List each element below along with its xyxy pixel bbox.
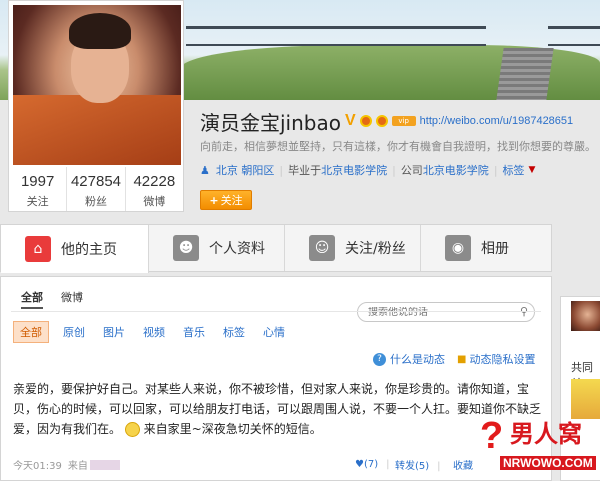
repost-button[interactable]: 转发(5) | [395,457,441,472]
tab-label: 相册 [481,241,509,257]
person-icon: ♟ [200,163,210,177]
stat-label: 微博 [143,195,166,208]
tab-label: 关注/粉丝 [345,241,406,257]
filter-music[interactable]: 音乐 [183,324,205,340]
avatar-shirt [13,95,181,165]
tab-follow[interactable]: ☺ 关注/粉丝 [285,225,421,271]
filter-video[interactable]: 视频 [143,324,165,340]
tab-profile[interactable]: ☻ 个人资料 [149,225,285,271]
post-time[interactable]: 今天01:39 [13,457,62,472]
plus-icon: + [209,193,219,207]
profile-card: 1997 关注 427854 粉丝 42228 微博 [8,0,184,212]
home-icon: ⌂ [25,236,51,262]
filter-mood[interactable]: 心情 [263,324,285,340]
feed-tab-all[interactable]: 全部 [21,289,43,309]
company-prefix: 公司 [400,164,423,177]
stat-label: 关注 [26,195,49,208]
separator: | [279,163,284,177]
stat-value: 427854 [70,173,122,190]
stat-followers[interactable]: 427854 粉丝 [67,167,126,211]
privacy-link[interactable]: 动态隐私设置 [469,351,535,367]
profile-name-row: 演员金宝jinbao V vip http://weibo.com/u/1987… [200,108,574,135]
tab-album[interactable]: ◉ 相册 [421,225,551,271]
follow-button[interactable]: + 关注 [200,190,252,210]
tab-label: 他的主页 [61,242,117,258]
camera-icon: ◉ [445,235,471,261]
separator: | [493,163,498,177]
crying-emoji-icon [124,422,140,437]
filter-images[interactable]: 图片 [103,324,125,340]
filter-original[interactable]: 原创 [63,324,85,340]
like-count: (7) [363,459,379,470]
feed-tabs: 全部 微博 [21,289,101,309]
vip-badge[interactable]: vip [391,116,416,126]
person-icon: ☻ [173,235,199,261]
profile-stats: 1997 关注 427854 粉丝 42228 微博 [9,167,183,211]
feed-panel: 全部 微博 ⚲ 全部 原创 图片 视频 音乐 标签 心情 ? 什么是动态 ■ 动… [0,276,552,481]
filter-tags[interactable]: 标签 [223,324,245,340]
watermark-text: 男人窝 [510,420,582,448]
cover-fence [548,26,600,46]
site-watermark: ? 男人窝 NRWOWO.COM [480,412,600,480]
search-input[interactable] [368,306,508,318]
profile-info-row: ♟ 北京 朝阳区 | 毕业于 北京电影学院 | 公司 北京电影学院 | 标签 ▼ [200,162,535,178]
education-link[interactable]: 北京电影学院 [321,162,387,178]
company-link[interactable]: 北京电影学院 [423,162,489,178]
tab-home[interactable]: ⌂ 他的主页 [1,225,149,273]
avatar-hair [69,13,131,49]
like-button[interactable]: ♥(7) | [355,459,390,470]
feed-tab-weibo[interactable]: 微博 [61,289,83,309]
watermark-url: NRWOWO.COM [500,456,596,470]
cover-stairs [496,48,554,100]
chevron-down-icon[interactable]: ▼ [529,165,536,175]
profile-url-link[interactable]: http://weibo.com/u/1987428651 [420,115,574,127]
avatar[interactable] [13,5,181,165]
stat-following[interactable]: 1997 关注 [9,167,68,211]
location-link[interactable]: 北京 朝阳区 [216,162,275,178]
divider [11,311,541,312]
feed-search: ⚲ [357,302,535,322]
lock-icon: ■ [457,353,467,365]
stat-label: 粉丝 [84,195,107,208]
medal-icon[interactable] [359,115,372,127]
post-footer: 今天01:39 来自 ♥(7) | 转发(5) | 收藏 [13,457,541,472]
help-row: ? 什么是动态 ■ 动态隐私设置 [373,351,535,367]
people-icon: ☺ [309,235,335,261]
cover-fence [186,26,486,46]
education-prefix: 毕业于 [288,164,322,177]
profile-tabs: ⌂ 他的主页 ☻ 个人资料 ☺ 关注/粉丝 ◉ 相册 [0,224,552,273]
profile-bio: 向前走，相信夢想並堅持，只有這樣，你才有機會自我證明，找到你想要的尊嚴。 [200,140,596,153]
post-source[interactable] [89,459,120,470]
feed-filters: 全部 原创 图片 视频 音乐 标签 心情 [13,321,303,343]
post-source-prefix: 来自 [67,461,88,472]
watermark-logo: ? [480,415,504,457]
help-icon: ? [373,352,386,366]
stat-value: 1997 [20,173,55,190]
help-link[interactable]: 什么是动态 [390,351,445,367]
stat-value: 42228 [133,173,176,190]
stat-posts[interactable]: 42228 微博 [126,167,183,211]
tab-label: 个人资料 [209,241,265,257]
avatar[interactable] [571,301,600,331]
filter-all[interactable]: 全部 [13,321,49,343]
medal-icon[interactable] [375,115,388,127]
post-text-tail: 来自家里~深夜急切关怀的短信。 [143,422,322,436]
separator: | [386,459,390,470]
follow-button-label: 关注 [220,194,243,207]
separator: | [437,461,441,472]
repost-label: 转发(5) [395,461,430,472]
post-text: 亲爱的，要保护好自己。对某些人来说，你不被珍惜，但对家人来说，你是珍贵的。请你知… [13,379,541,439]
profile-name: 演员金宝jinbao [200,110,341,135]
separator: | [392,163,396,177]
tags-dropdown[interactable]: 标签 [503,162,525,178]
verified-icon[interactable]: V [345,112,356,130]
favorite-button[interactable]: 收藏 [453,457,473,472]
